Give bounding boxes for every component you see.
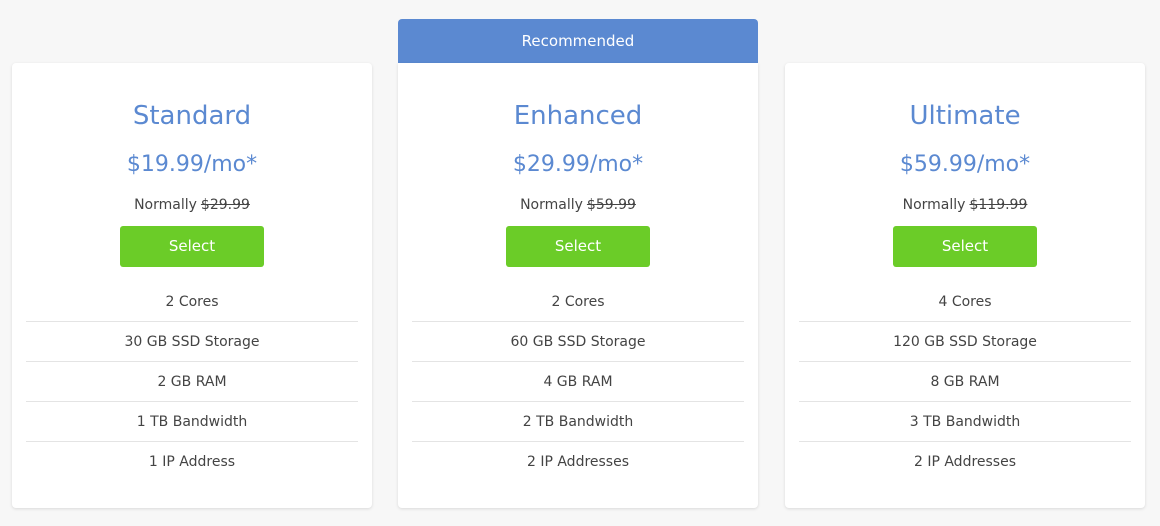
normal-price-line: Normally $119.99 (785, 197, 1145, 213)
feature-item: 8 GB RAM (799, 362, 1131, 402)
feature-list: 2 Cores 30 GB SSD Storage 2 GB RAM 1 TB … (26, 282, 358, 482)
normal-price-line: Normally $59.99 (398, 197, 758, 213)
feature-item: 120 GB SSD Storage (799, 322, 1131, 362)
old-price: $29.99 (200, 197, 250, 213)
plan-name: Standard (132, 101, 252, 131)
feature-item: 2 IP Addresses (526, 454, 630, 470)
select-button-enhanced[interactable]: Select (506, 226, 650, 267)
feature-item: 1 IP Address (148, 454, 236, 470)
plan-card-ultimate: Ultimate $59.99/mo* Normally $119.99 Sele… (785, 63, 1145, 508)
plan-price: $59.99/mo* (899, 152, 1031, 177)
feature-item: 2 Cores (26, 282, 358, 322)
plan-card-enhanced: Enhanced $29.99/mo* Normally $59.99 Selec… (398, 63, 758, 508)
old-price: $59.99 (586, 197, 636, 213)
plan-price: $29.99/mo* (512, 152, 644, 177)
feature-item: 2 TB Bandwidth (412, 402, 744, 442)
feature-list: 4 Cores 120 GB SSD Storage 8 GB RAM 3 TB… (799, 282, 1131, 482)
old-price: $119.99 (969, 197, 1028, 213)
feature-item: 4 Cores (799, 282, 1131, 322)
feature-item: 3 TB Bandwidth (799, 402, 1131, 442)
plan-card-standard: Standard $19.99/mo* Normally $29.99 Selec… (12, 63, 372, 508)
normal-price-line: Normally $29.99 (12, 197, 372, 213)
normally-label: Normally (520, 197, 583, 213)
select-button-ultimate[interactable]: Select (893, 226, 1037, 267)
feature-item: 60 GB SSD Storage (412, 322, 744, 362)
select-button-standard[interactable]: Select (120, 226, 264, 267)
recommended-banner: Recommended (398, 19, 758, 63)
feature-list: 2 Cores 60 GB SSD Storage 4 GB RAM 2 TB … (412, 282, 744, 482)
feature-item: 1 TB Bandwidth (26, 402, 358, 442)
feature-item: 30 GB SSD Storage (26, 322, 358, 362)
feature-item: 2 Cores (412, 282, 744, 322)
feature-item: 2 IP Addresses (913, 454, 1017, 470)
plan-price: $19.99/mo* (126, 152, 258, 177)
feature-item: 4 GB RAM (412, 362, 744, 402)
plan-name: Ultimate (909, 101, 1021, 131)
normally-label: Normally (902, 197, 966, 213)
feature-item: 2 GB RAM (26, 362, 358, 402)
plan-name: Enhanced (513, 101, 643, 131)
normally-label: Normally (134, 197, 197, 213)
